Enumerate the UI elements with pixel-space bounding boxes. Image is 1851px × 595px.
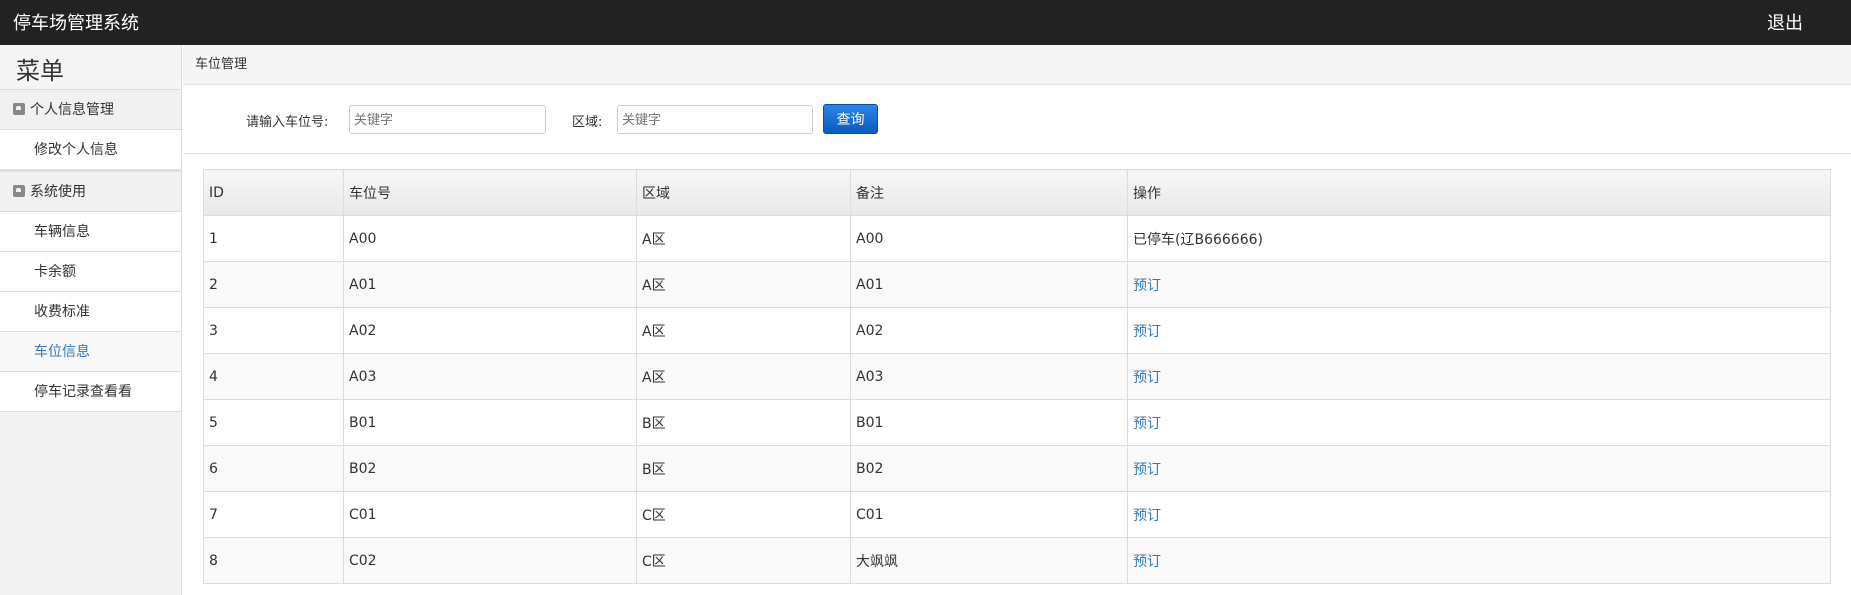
area-cell: A区 (636, 261, 851, 308)
id-cell: 4 (203, 353, 344, 400)
table-row: 2 A01 A区 A01 预订 (203, 261, 1831, 308)
area-label: 区域: (572, 115, 603, 130)
slot-cell: A01 (343, 261, 637, 308)
sidebar-group-label: 系统使用 (30, 184, 86, 200)
note-cell: A03 (850, 353, 1128, 400)
slot-cell: A02 (343, 307, 637, 354)
reserve-link[interactable]: 预订 (1133, 462, 1161, 478)
column-header-slot: 车位号 (343, 169, 637, 216)
slot-table: ID 车位号 区域 备注 操作 1 A00 A区 A00 已停车(辽B666666) 2 A… (203, 169, 1831, 584)
slot-number-label: 请输入车位号: (246, 115, 329, 130)
sidebar-item-slot-info[interactable]: 车位信息 (0, 332, 181, 372)
action-cell: 预订 (1127, 537, 1831, 584)
action-cell: 预订 (1127, 307, 1831, 354)
table-row: 5 B01 B区 B01 预订 (203, 399, 1831, 446)
sidebar-group-system[interactable]: 系统使用 (0, 172, 181, 212)
top-navbar: 停车场管理系统 退出 (0, 0, 1851, 45)
slot-cell: A00 (343, 215, 637, 262)
note-cell: 大飒飒 (850, 537, 1128, 584)
area-input[interactable] (617, 105, 813, 134)
id-cell: 3 (203, 307, 344, 354)
logout-link[interactable]: 退出 (1767, 9, 1803, 35)
id-cell: 1 (203, 215, 344, 262)
app-title: 停车场管理系统 (13, 13, 139, 34)
note-cell: B02 (850, 445, 1128, 492)
note-cell: C01 (850, 491, 1128, 538)
main-content: 车位管理 请输入车位号: 区域: 查询 ID 车位号 区域 备注 操作 1A00… (183, 45, 1851, 595)
slot-cell: C02 (343, 537, 637, 584)
area-cell: C区 (636, 537, 851, 584)
reserve-link[interactable]: 预订 (1133, 554, 1161, 570)
table-row: 7 C01 C区 C01 预订 (203, 491, 1831, 538)
slot-cell: C01 (343, 491, 637, 538)
table-row: 8 C02 C区 大飒飒 预订 (203, 537, 1831, 584)
note-cell: B01 (850, 399, 1128, 446)
sidebar-item-card-balance[interactable]: 卡余额 (0, 252, 181, 292)
note-cell: A01 (850, 261, 1128, 308)
sidebar-item-parking-records[interactable]: 停车记录查看看 (0, 372, 181, 412)
note-cell: A00 (850, 215, 1128, 262)
action-cell: 已停车(辽B666666) (1127, 215, 1831, 262)
column-header-note: 备注 (850, 169, 1128, 216)
action-cell: 预订 (1127, 261, 1831, 308)
contact-card-icon (13, 185, 25, 197)
table-row: 6 B02 B区 B02 预订 (203, 445, 1831, 492)
area-cell: A区 (636, 307, 851, 354)
sidebar-group-personal[interactable]: 个人信息管理 (0, 90, 181, 130)
slot-cell: B01 (343, 399, 637, 446)
table-row: 3 A02 A区 A02 预订 (203, 307, 1831, 354)
table-row: 4 A03 A区 A03 预订 (203, 353, 1831, 400)
reserve-link[interactable]: 预订 (1133, 508, 1161, 524)
table-header-row: ID 车位号 区域 备注 操作 (203, 169, 1831, 216)
sidebar-item-edit-profile[interactable]: 修改个人信息 (0, 130, 181, 170)
reserve-link[interactable]: 预订 (1133, 278, 1161, 294)
note-cell: A02 (850, 307, 1128, 354)
id-cell: 5 (203, 399, 344, 446)
column-header-id: ID (203, 169, 344, 216)
column-header-area: 区域 (636, 169, 851, 216)
menu-title: 菜单 (0, 45, 181, 90)
id-cell: 2 (203, 261, 344, 308)
search-button[interactable]: 查询 (823, 104, 878, 134)
breadcrumb: 车位管理 (183, 45, 1851, 85)
action-cell: 预订 (1127, 445, 1831, 492)
slot-number-input[interactable] (349, 105, 546, 134)
reserve-link[interactable]: 预订 (1133, 416, 1161, 432)
action-cell: 预订 (1127, 353, 1831, 400)
action-cell: 预订 (1127, 491, 1831, 538)
table-row: 1 A00 A区 A00 已停车(辽B666666) (203, 215, 1831, 262)
sidebar-group-label: 个人信息管理 (30, 102, 114, 118)
id-cell: 8 (203, 537, 344, 584)
column-header-action: 操作 (1127, 169, 1831, 216)
parked-status: 已停车(辽B666666) (1133, 231, 1263, 248)
area-cell: A区 (636, 353, 851, 400)
area-cell: C区 (636, 491, 851, 538)
area-cell: A区 (636, 215, 851, 262)
area-cell: B区 (636, 399, 851, 446)
slot-cell: A03 (343, 353, 637, 400)
sidebar-item-fee-standard[interactable]: 收费标准 (0, 292, 181, 332)
reserve-link[interactable]: 预订 (1133, 370, 1161, 386)
sidebar-item-vehicle-info[interactable]: 车辆信息 (0, 212, 181, 252)
contact-card-icon (13, 103, 25, 115)
slot-cell: B02 (343, 445, 637, 492)
area-cell: B区 (636, 445, 851, 492)
reserve-link[interactable]: 预订 (1133, 324, 1161, 340)
id-cell: 7 (203, 491, 344, 538)
action-cell: 预订 (1127, 399, 1831, 446)
id-cell: 6 (203, 445, 344, 492)
sidebar: 菜单 个人信息管理 修改个人信息 系统使用 车辆信息 卡余额 收费标准 车位信息… (0, 45, 182, 595)
